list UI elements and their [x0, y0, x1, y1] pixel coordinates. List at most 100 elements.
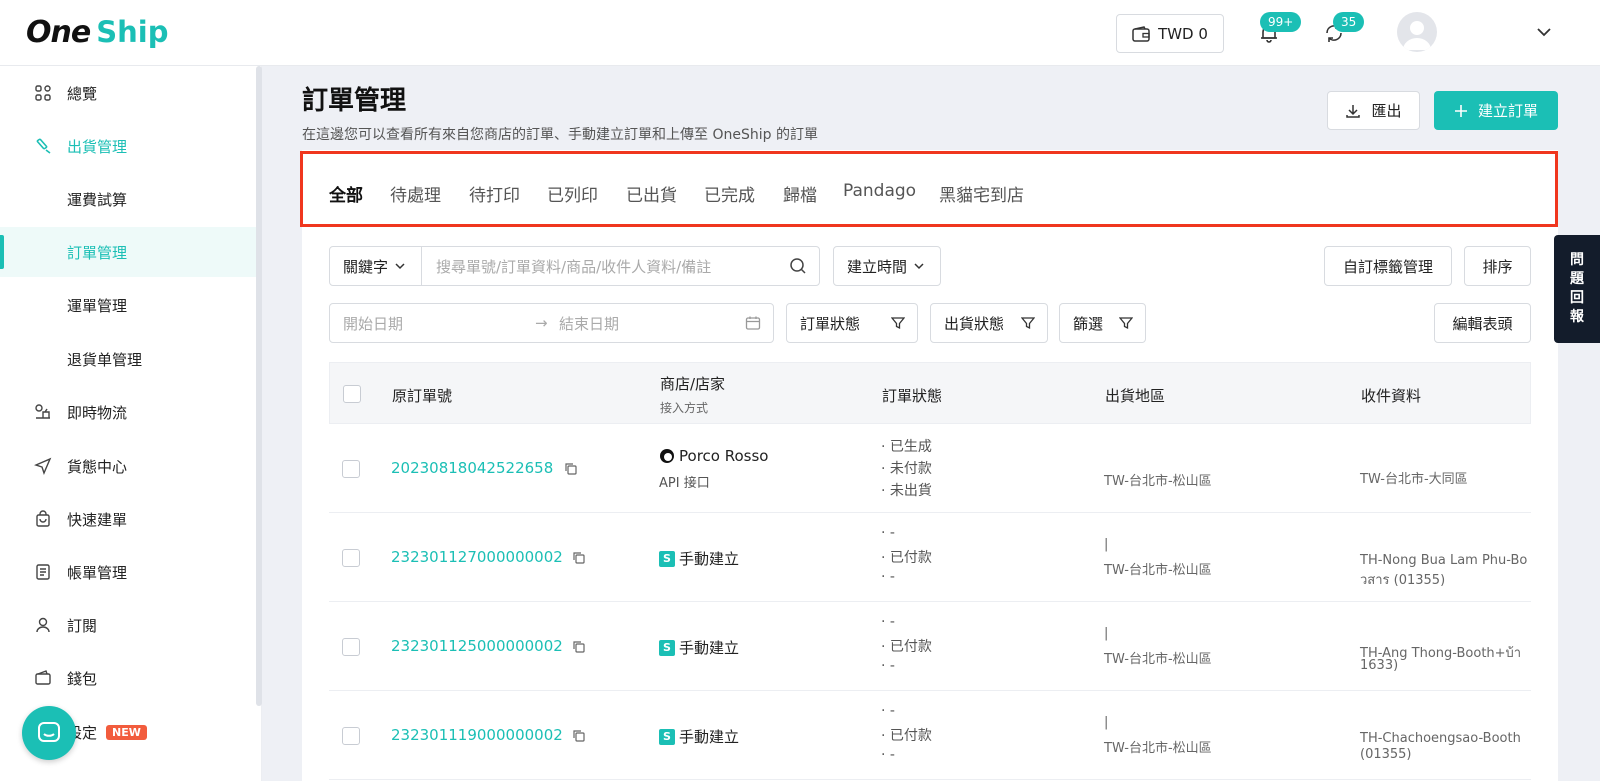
row-checkbox[interactable]: [342, 549, 360, 567]
sort-label: 排序: [1482, 257, 1513, 276]
wallet-balance-text: TWD 0: [1158, 24, 1208, 43]
tab-printed[interactable]: 已列印: [547, 181, 598, 206]
status-line: · 已付款: [881, 728, 932, 744]
column-header-order-no: 原訂單號: [392, 387, 453, 405]
sidebar-item-label: 退貨单管理: [67, 350, 143, 369]
copy-icon[interactable]: [564, 462, 578, 476]
sidebar-item-billing[interactable]: 帳單管理: [0, 547, 256, 597]
select-all-checkbox[interactable]: [343, 385, 361, 403]
table-row[interactable]: 232301119000000002 S 手動建立 · - · 已付款 · - …: [329, 691, 1531, 780]
status-line: · -: [881, 703, 895, 719]
search-placeholder: 搜尋單號/訂單資料/商品/收件人資料/備註: [436, 257, 712, 276]
tab-all[interactable]: 全部: [329, 181, 363, 206]
sidebar-item-quick-order[interactable]: 快速建單: [0, 494, 256, 544]
sidebar-item-wallet[interactable]: 錢包: [0, 653, 256, 703]
shop-name-text: Porco Rosso: [679, 447, 769, 465]
shop-name-text: 手動建立: [679, 639, 740, 657]
keyword-select[interactable]: 關鍵字: [329, 246, 422, 286]
chat-launcher-button[interactable]: [22, 706, 76, 760]
notification-badge: 99+: [1260, 12, 1302, 32]
user-avatar[interactable]: [1397, 12, 1437, 52]
sidebar-item-label: 帳單管理: [67, 563, 128, 582]
column-header-receiver: 收件資料: [1361, 387, 1422, 405]
filter-label: 篩選: [1073, 314, 1104, 333]
grid-icon: [35, 85, 51, 101]
sidebar-item-realtime-logistics[interactable]: 即時物流: [0, 387, 256, 437]
sidebar-item-overview[interactable]: 總覽: [0, 68, 256, 118]
top-bar: One Ship TWD 0 99+ 35: [0, 0, 1600, 66]
sidebar-item-subscription[interactable]: 訂閱: [0, 600, 256, 650]
order-status-filter[interactable]: 訂單狀態: [786, 303, 918, 343]
filter-button[interactable]: 篩選: [1059, 303, 1146, 343]
sidebar-item-freight-calc[interactable]: 運費試算: [0, 174, 256, 224]
export-button[interactable]: 匯出: [1327, 91, 1420, 130]
table-row[interactable]: 232301127000000002 S 手動建立 · - · 已付款 · - …: [329, 513, 1531, 602]
status-line: · 已付款: [881, 639, 932, 655]
region-top: |: [1104, 537, 1109, 552]
tab-tcat-store[interactable]: 黑貓宅到店: [939, 181, 1024, 206]
row-checkbox[interactable]: [342, 460, 360, 478]
column-header-shop: 商店/店家: [660, 375, 726, 393]
custom-tags-label: 自訂標籤管理: [1342, 257, 1433, 276]
status-line: · -: [881, 614, 895, 630]
copy-icon[interactable]: [572, 729, 586, 743]
sort-button[interactable]: 排序: [1464, 246, 1531, 286]
end-date-placeholder: 結束日期: [559, 314, 620, 333]
sidebar-scrollbar[interactable]: [256, 66, 262, 706]
order-number-link[interactable]: 232301125000000002: [391, 637, 563, 655]
feedback-char: 報: [1570, 309, 1584, 325]
row-checkbox[interactable]: [342, 638, 360, 656]
tab-shipped[interactable]: 已出貨: [626, 181, 677, 206]
keyword-select-label: 關鍵字: [343, 257, 389, 276]
sidebar-item-tracking-center[interactable]: 貨態中心: [0, 441, 256, 491]
search-input[interactable]: 搜尋單號/訂單資料/商品/收件人資料/備註: [421, 246, 820, 286]
sidebar-item-waybills[interactable]: 運單管理: [0, 280, 256, 330]
created-time-select[interactable]: 建立時間: [833, 246, 941, 286]
create-order-button[interactable]: 建立訂單: [1434, 91, 1558, 130]
search-icon[interactable]: [789, 257, 807, 275]
sidebar-item-label: 錢包: [67, 669, 98, 688]
date-range-picker[interactable]: 開始日期 → 結束日期: [329, 303, 774, 343]
receiver-info-2: (01355): [1360, 747, 1412, 762]
plus-icon: [1454, 104, 1467, 117]
copy-icon[interactable]: [572, 640, 586, 654]
sidebar-item-orders[interactable]: 訂單管理: [0, 227, 256, 277]
shipping-region: TW-台北市-松山區: [1104, 474, 1212, 489]
row-checkbox[interactable]: [342, 727, 360, 745]
order-number-link[interactable]: 232301127000000002: [391, 548, 563, 566]
table-row[interactable]: 232301125000000002 S 手動建立 · - · 已付款 · - …: [329, 602, 1531, 691]
calendar-icon: [745, 316, 761, 330]
tab-pandago[interactable]: Pandago: [843, 181, 916, 201]
order-number-link[interactable]: 232301119000000002: [391, 726, 563, 744]
filter-icon: [1119, 317, 1133, 330]
wallet-balance-button[interactable]: TWD 0: [1116, 14, 1224, 53]
receiver-info: TW-台北市-大同區: [1360, 472, 1468, 487]
tab-archived[interactable]: 歸檔: [783, 181, 817, 206]
arrow-right-icon: →: [535, 314, 548, 332]
tab-to-print[interactable]: 待打印: [469, 181, 520, 206]
tab-completed[interactable]: 已完成: [704, 181, 755, 206]
status-line: · -: [881, 525, 895, 541]
edit-header-button[interactable]: 編輯表頭: [1434, 303, 1531, 343]
chevron-down-icon[interactable]: [1536, 24, 1552, 40]
oneship-logo[interactable]: One Ship: [26, 14, 168, 50]
sidebar-item-shipping[interactable]: 出貨管理: [0, 121, 256, 171]
tab-pending[interactable]: 待處理: [390, 181, 441, 206]
order-number-link[interactable]: 20230818042522658: [391, 459, 553, 477]
shop-name: S 手動建立: [659, 548, 739, 569]
copy-icon[interactable]: [572, 551, 586, 565]
column-header-region: 出貨地區: [1105, 387, 1166, 405]
sidebar-item-label: 貨態中心: [67, 457, 128, 476]
logo-text-ship: Ship: [96, 15, 169, 49]
table-row[interactable]: 20230818042522658 Porco Rosso API 接口 · 已…: [329, 424, 1531, 513]
sidebar-item-returns[interactable]: 退貨单管理: [0, 334, 256, 384]
shipping-status-filter[interactable]: 出貨狀態: [930, 303, 1048, 343]
receiver-info-2: 1633): [1360, 658, 1399, 673]
custom-tags-button[interactable]: 自訂標籤管理: [1324, 246, 1452, 286]
chevron-down-icon: [395, 263, 405, 270]
column-header-status: 訂單狀態: [882, 387, 943, 405]
feedback-tab[interactable]: 問 題 回 報: [1554, 235, 1600, 343]
bill-icon: [36, 564, 50, 580]
new-badge: NEW: [106, 724, 147, 740]
shop-name-text: 手動建立: [679, 550, 740, 568]
